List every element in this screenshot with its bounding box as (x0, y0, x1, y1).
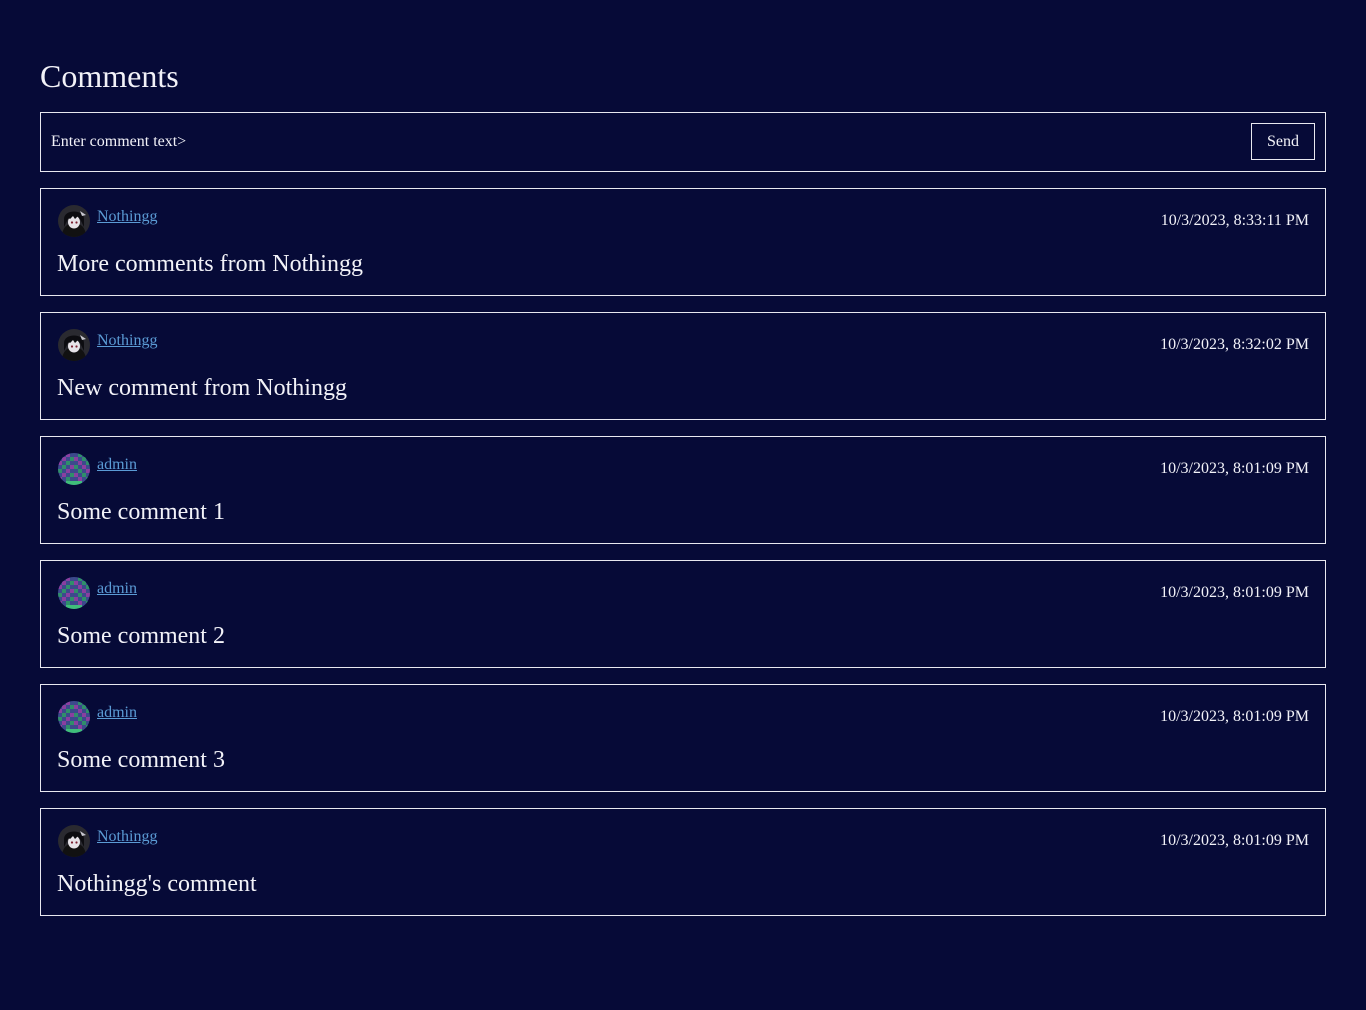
comment-input[interactable] (51, 130, 1201, 154)
anime-character-avatar-icon (58, 825, 90, 857)
comment-text: New comment from Nothingg (57, 375, 347, 401)
comment-text: Some comment 1 (57, 499, 225, 525)
pixel-identicon-avatar-icon (58, 453, 90, 485)
comment-text: Some comment 2 (57, 623, 225, 649)
anime-character-avatar-icon (58, 205, 90, 237)
comment-card: admin 10/3/2023, 8:01:09 PM Some comment… (40, 684, 1326, 792)
comment-timestamp: 10/3/2023, 8:01:09 PM (1160, 708, 1309, 725)
comment-timestamp: 10/3/2023, 8:01:09 PM (1160, 832, 1309, 849)
page-title: Comments (40, 58, 179, 94)
author-link[interactable]: admin (97, 704, 137, 722)
comment-composer: Send (40, 112, 1326, 172)
comment-text: Some comment 3 (57, 747, 225, 773)
author-link[interactable]: Nothingg (97, 208, 157, 226)
comment-timestamp: 10/3/2023, 8:32:02 PM (1160, 336, 1309, 353)
comment-card: Nothingg 10/3/2023, 8:32:02 PM New comme… (40, 312, 1326, 420)
comment-timestamp: 10/3/2023, 8:33:11 PM (1160, 212, 1309, 229)
author-link[interactable]: admin (97, 580, 137, 598)
comment-card: admin 10/3/2023, 8:01:09 PM Some comment… (40, 436, 1326, 544)
send-button[interactable]: Send (1251, 123, 1315, 160)
anime-character-avatar-icon (58, 329, 90, 361)
comment-card: admin 10/3/2023, 8:01:09 PM Some comment… (40, 560, 1326, 668)
author-link[interactable]: Nothingg (97, 332, 157, 350)
comment-text: Nothingg's comment (57, 871, 257, 897)
pixel-identicon-avatar-icon (58, 577, 90, 609)
comment-card: Nothingg 10/3/2023, 8:01:09 PM Nothingg'… (40, 808, 1326, 916)
author-link[interactable]: Nothingg (97, 828, 157, 846)
comment-card: Nothingg 10/3/2023, 8:33:11 PM More comm… (40, 188, 1326, 296)
comment-timestamp: 10/3/2023, 8:01:09 PM (1160, 460, 1309, 477)
comment-list: Nothingg 10/3/2023, 8:33:11 PM More comm… (40, 188, 1326, 932)
comment-text: More comments from Nothingg (57, 251, 363, 277)
pixel-identicon-avatar-icon (58, 701, 90, 733)
author-link[interactable]: admin (97, 456, 137, 474)
comment-timestamp: 10/3/2023, 8:01:09 PM (1160, 584, 1309, 601)
